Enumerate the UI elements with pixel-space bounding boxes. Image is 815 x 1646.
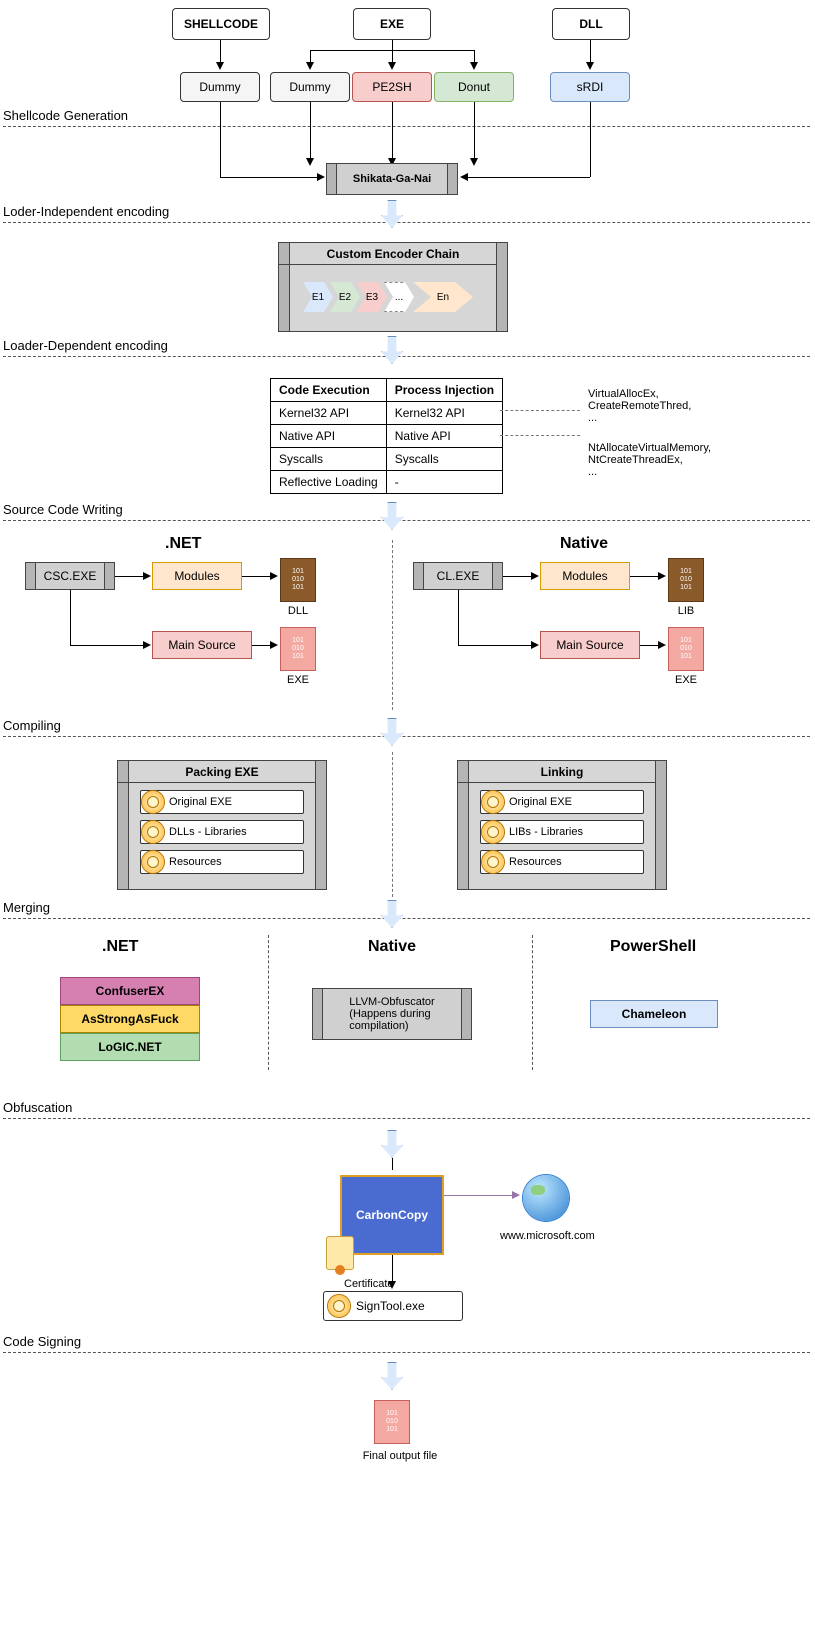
section-source-writing: Source Code Writing (3, 502, 123, 517)
td: - (386, 471, 502, 494)
th-proc-inj: Process Injection (386, 379, 502, 402)
obf-native-title: Native (368, 938, 416, 956)
input-dll: DLL (552, 8, 630, 40)
section-loder-indep: Loder-Independent encoding (3, 204, 169, 219)
divider (3, 1352, 810, 1353)
td: Reflective Loading (271, 471, 387, 494)
divider (3, 736, 810, 737)
linking-item: LIBs - Libraries (480, 820, 644, 844)
csc-exe: CSC.EXE (25, 562, 115, 590)
shikata-node: Shikata-Ga-Nai (326, 163, 458, 195)
section-obfuscation: Obfuscation (3, 1100, 72, 1115)
flow-arrow-icon (381, 336, 403, 364)
obf-net-title: .NET (102, 938, 138, 956)
opt-dummy-1: Dummy (180, 72, 260, 102)
cap-exe-2: EXE (661, 674, 711, 686)
td: Kernel32 API (271, 402, 387, 425)
gear-icon (328, 1295, 350, 1317)
opt-srdi: sRDI (550, 72, 630, 102)
linking-item: Original EXE (480, 790, 644, 814)
linking-title: Linking (458, 761, 666, 783)
flow-arrow-icon (381, 200, 403, 228)
net-modules: Modules (152, 562, 242, 590)
divider (3, 126, 810, 127)
final-label: Final output file (350, 1450, 450, 1462)
gear-icon (482, 851, 504, 873)
divider (3, 918, 810, 919)
flow-arrow-icon (381, 718, 403, 746)
opt-dummy-2: Dummy (270, 72, 350, 102)
file-icon: 101 010 101 (668, 627, 704, 671)
packing-item: DLLs - Libraries (140, 820, 304, 844)
obf-logicnet: LoGIC.NET (60, 1033, 200, 1061)
gear-icon (482, 791, 504, 813)
obf-llvm: LLVM-Obfuscator (Happens during compilat… (312, 988, 472, 1040)
section-compiling: Compiling (3, 718, 61, 733)
section-merging: Merging (3, 900, 50, 915)
cap-exe: EXE (273, 674, 323, 686)
divider (3, 520, 810, 521)
opt-donut: Donut (434, 72, 514, 102)
td: Kernel32 API (386, 402, 502, 425)
td: Native API (386, 425, 502, 448)
cl-exe: CL.EXE (413, 562, 503, 590)
td: Syscalls (271, 448, 387, 471)
section-loader-dep: Loader-Dependent encoding (3, 338, 168, 353)
flow-arrow-icon (381, 502, 403, 530)
obf-chameleon: Chameleon (590, 1000, 718, 1028)
td: Native API (271, 425, 387, 448)
obf-asstrongasfuck: AsStrongAsFuck (60, 1005, 200, 1033)
gear-icon (482, 821, 504, 843)
packing-title: Packing EXE (118, 761, 326, 783)
cap-dll: DLL (273, 605, 323, 617)
native-main-source: Main Source (540, 631, 640, 659)
flow-arrow-icon (381, 1130, 403, 1158)
divider (3, 222, 810, 223)
carboncopy-box: CarbonCopy (340, 1175, 444, 1255)
th-code-exec: Code Execution (271, 379, 387, 402)
input-shellcode: SHELLCODE (172, 8, 270, 40)
packing-item: Original EXE (140, 790, 304, 814)
native-modules: Modules (540, 562, 630, 590)
section-code-signing: Code Signing (3, 1334, 81, 1349)
obf-confuserex: ConfuserEX (60, 977, 200, 1005)
file-icon: 101 010 101 (668, 558, 704, 602)
gear-icon (142, 791, 164, 813)
url-label: www.microsoft.com (500, 1230, 595, 1242)
native-title: Native (560, 535, 608, 553)
cert-label: Certificate (344, 1278, 394, 1290)
opt-pe2sh: PE2SH (352, 72, 432, 102)
annot-kernel32: VirtualAllocEx, CreateRemoteThred, ... (588, 388, 691, 424)
cap-lib: LIB (661, 605, 711, 617)
td: Syscalls (386, 448, 502, 471)
gear-icon (142, 821, 164, 843)
divider (3, 1118, 810, 1119)
section-shellcode-gen: Shellcode Generation (3, 108, 128, 123)
file-icon: 101 010 101 (280, 627, 316, 671)
flow-arrow-icon (381, 900, 403, 928)
file-icon: 101 010 101 (280, 558, 316, 602)
input-exe: EXE (353, 8, 431, 40)
packing-item: Resources (140, 850, 304, 874)
certificate-icon (326, 1236, 354, 1270)
globe-icon (523, 1175, 569, 1221)
obf-ps-title: PowerShell (610, 938, 696, 956)
net-title: .NET (165, 535, 201, 553)
final-file-icon: 101 010 101 (374, 1400, 410, 1444)
gear-icon (142, 851, 164, 873)
divider (3, 356, 810, 357)
linking-item: Resources (480, 850, 644, 874)
net-main-source: Main Source (152, 631, 252, 659)
annot-native: NtAllocateVirtualMemory, NtCreateThreadE… (588, 442, 711, 478)
code-exec-table: Code ExecutionProcess Injection Kernel32… (270, 378, 503, 494)
flow-arrow-icon (381, 1362, 403, 1390)
encoder-chain-title: Custom Encoder Chain (279, 243, 507, 265)
